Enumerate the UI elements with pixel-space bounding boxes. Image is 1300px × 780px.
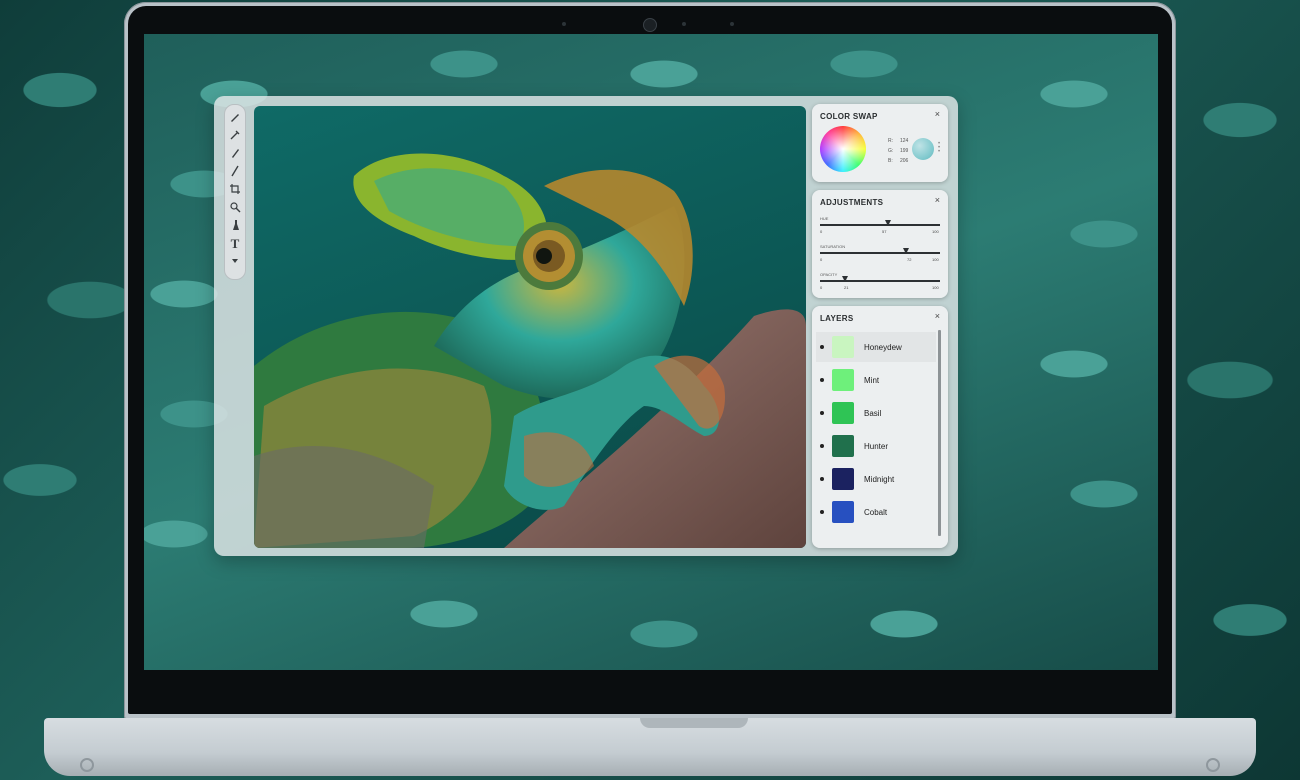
panel-title: ADJUSTMENTS	[820, 198, 884, 207]
panel-title: LAYERS	[820, 314, 854, 323]
layer-row-midnight[interactable]: Midnight	[816, 464, 936, 494]
hue-label: Hue	[820, 216, 829, 221]
close-icon[interactable]: ×	[935, 311, 940, 321]
layers-panel: LAYERS × Honeydew Mint Basil Hunter Midn…	[812, 306, 948, 548]
layer-name: Midnight	[864, 474, 895, 484]
layer-name: Mint	[864, 375, 880, 385]
visibility-dot-icon[interactable]	[820, 444, 824, 448]
zoom-icon[interactable]	[227, 199, 243, 215]
layer-row-honeydew[interactable]: Honeydew	[816, 332, 936, 362]
layer-name: Honeydew	[864, 342, 902, 352]
crop-icon[interactable]	[227, 181, 243, 197]
laptop-base	[44, 718, 1256, 776]
layer-name: Basil	[864, 408, 882, 418]
slider-value: 21	[844, 285, 849, 290]
layer-name: Cobalt	[864, 507, 888, 517]
pen-icon[interactable]	[227, 145, 243, 161]
slider-max: 100	[932, 229, 939, 234]
layer-swatch	[832, 369, 854, 391]
more-tools-icon[interactable]	[227, 253, 243, 269]
slider-value: 72	[907, 257, 912, 262]
webcam	[643, 18, 657, 32]
rubber-foot	[1206, 758, 1220, 772]
visibility-dot-icon[interactable]	[820, 510, 824, 514]
panel-title: COLOR SWAP	[820, 112, 878, 121]
opacity-label: Opacity	[820, 272, 838, 277]
sensor-dot	[562, 22, 566, 26]
layer-swatch	[832, 501, 854, 523]
saturation-slider[interactable]	[820, 248, 940, 254]
paint-icon[interactable]	[227, 217, 243, 233]
slider-min: 0	[820, 229, 823, 234]
brush-icon[interactable]	[227, 109, 243, 125]
layer-swatch	[832, 468, 854, 490]
visibility-dot-icon[interactable]	[820, 411, 824, 415]
close-icon[interactable]: ×	[935, 109, 940, 119]
visibility-dot-icon[interactable]	[820, 378, 824, 382]
hue-slider[interactable]	[820, 220, 940, 226]
slider-min: 0	[820, 285, 823, 290]
color-wheel[interactable]	[820, 126, 866, 172]
canvas-image[interactable]	[254, 106, 806, 548]
eyedropper-icon[interactable]	[227, 127, 243, 143]
saturation-label: Saturation	[820, 244, 846, 249]
rgb-row-b: B: 206	[888, 158, 909, 164]
selected-color-swatch[interactable]	[912, 138, 934, 160]
tool-palette: T	[224, 104, 246, 280]
layer-row-hunter[interactable]: Hunter	[816, 431, 936, 461]
color-swap-panel: COLOR SWAP × R: 124 G: 199 B: 206 • • •	[812, 104, 948, 182]
slider-min: 0	[820, 257, 823, 262]
layer-name: Hunter	[864, 441, 889, 451]
layer-row-cobalt[interactable]: Cobalt	[816, 497, 936, 527]
sensor-dot	[730, 22, 734, 26]
opacity-slider[interactable]	[820, 276, 940, 282]
slider-thumb[interactable]	[903, 248, 910, 254]
slider-max: 100	[932, 257, 939, 262]
rgb-row-r: R: 124	[888, 138, 909, 144]
chameleon-photo	[254, 153, 806, 548]
layer-row-mint[interactable]: Mint	[816, 365, 936, 395]
layer-swatch	[832, 435, 854, 457]
layer-row-basil[interactable]: Basil	[816, 398, 936, 428]
text-tool-icon[interactable]: T	[227, 235, 243, 251]
rubber-foot	[80, 758, 94, 772]
laptop-screen: T COLOR SWAP × R: 124 G: 199 B: 206 • • …	[144, 34, 1158, 670]
rgb-row-g: G: 199	[888, 148, 909, 154]
adjustments-panel: ADJUSTMENTS × Hue 0 57 100 Saturation 0 …	[812, 190, 948, 298]
more-options-icon[interactable]: • • •	[938, 141, 940, 155]
photo-editor-window: T COLOR SWAP × R: 124 G: 199 B: 206 • • …	[214, 96, 958, 556]
sensor-dot	[682, 22, 686, 26]
slider-max: 100	[932, 285, 939, 290]
layers-scrollbar[interactable]	[938, 330, 941, 536]
layer-swatch	[832, 336, 854, 358]
slider-thumb[interactable]	[842, 276, 849, 282]
lid-opening-notch	[640, 718, 748, 728]
visibility-dot-icon[interactable]	[820, 345, 824, 349]
slider-value: 57	[882, 229, 887, 234]
close-icon[interactable]: ×	[935, 195, 940, 205]
visibility-dot-icon[interactable]	[820, 477, 824, 481]
slider-thumb[interactable]	[885, 220, 892, 226]
layer-swatch	[832, 402, 854, 424]
line-icon[interactable]	[227, 163, 243, 179]
